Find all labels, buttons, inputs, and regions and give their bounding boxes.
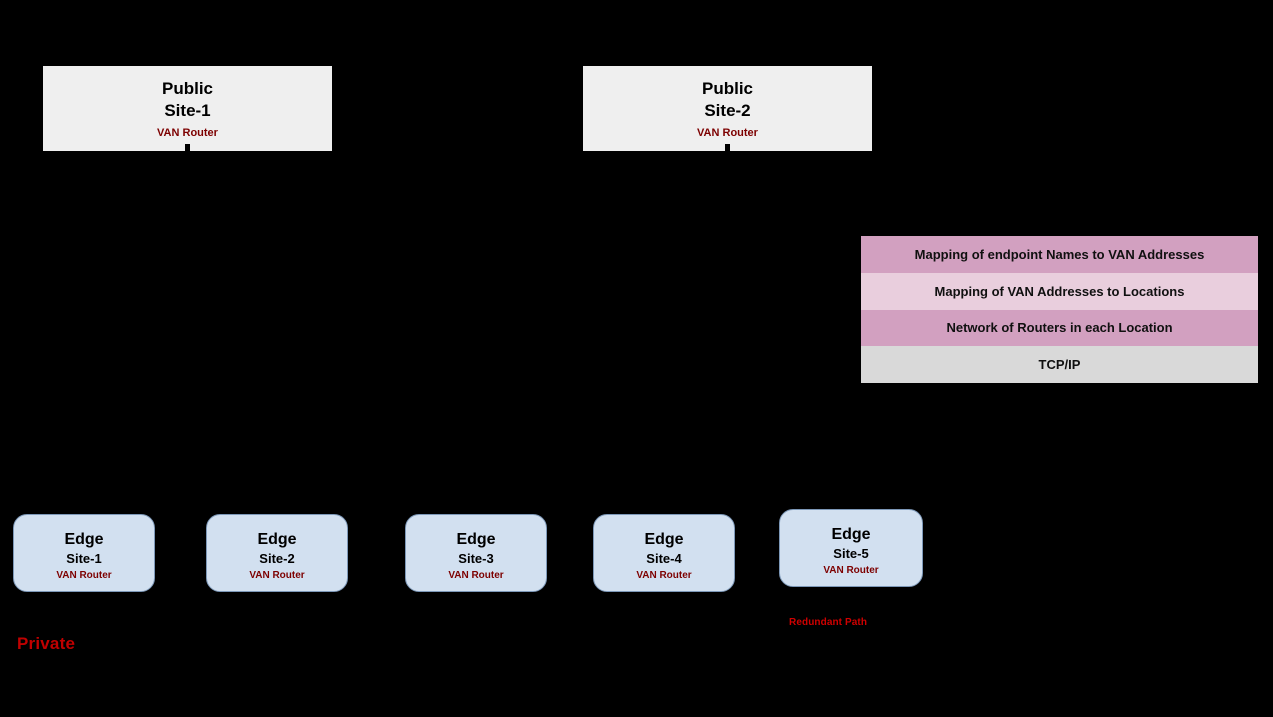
layer-row-address-mapping-label: Mapping of VAN Addresses to Locations [934, 283, 1185, 299]
layer-row-name-mapping[interactable]: Mapping of endpoint Names to VAN Address… [861, 236, 1258, 273]
redundant-path-label: Redundant Path [789, 617, 868, 628]
public-site-2-connector-stub [725, 144, 730, 152]
layer-row-tcpip[interactable]: TCP/IP [861, 346, 1258, 383]
edge-site-4-subtitle: Site-4 [646, 551, 682, 566]
layer-row-address-mapping[interactable]: Mapping of VAN Addresses to Locations [861, 272, 1258, 310]
edge-site-4-router-label: VAN Router [636, 570, 692, 581]
public-site-2-router-label: VAN Router [697, 127, 758, 139]
edge-site-2-node[interactable]: Edge Site-2 VAN Router [206, 514, 348, 592]
edge-site-1-subtitle: Site-1 [66, 551, 102, 566]
public-site-1-connector-stub [185, 144, 190, 152]
layer-row-router-network-label: Network of Routers in each Location [946, 320, 1173, 336]
edge-site-3-subtitle: Site-3 [458, 551, 494, 566]
layer-stack-panel: Mapping of endpoint Names to VAN Address… [861, 236, 1258, 383]
edge-site-3-title: Edge [456, 531, 496, 548]
edge-site-5-title: Edge [831, 526, 871, 543]
layer-row-router-network[interactable]: Network of Routers in each Location [861, 309, 1258, 347]
public-site-1-router-label: VAN Router [157, 127, 218, 139]
layer-row-name-mapping-label: Mapping of endpoint Names to VAN Address… [914, 246, 1205, 262]
edge-site-2-router-label: VAN Router [249, 570, 305, 581]
edge-site-3-node[interactable]: Edge Site-3 VAN Router [405, 514, 547, 592]
edge-site-1-node[interactable]: Edge Site-1 VAN Router [13, 514, 155, 592]
edge-site-4-title: Edge [644, 531, 684, 548]
edge-site-2-subtitle: Site-2 [259, 551, 295, 566]
public-site-1-subtitle: Site-1 [164, 101, 211, 120]
edge-site-1-title: Edge [64, 531, 104, 548]
public-site-2-subtitle: Site-2 [704, 101, 751, 120]
edge-site-2-title: Edge [257, 531, 297, 548]
public-site-1-node[interactable]: Public Site-1 VAN Router [43, 66, 332, 151]
edge-site-5-node[interactable]: Edge Site-5 VAN Router [779, 509, 923, 587]
edge-site-3-router-label: VAN Router [448, 570, 504, 581]
edge-site-5-subtitle: Site-5 [833, 546, 869, 561]
public-site-2-node[interactable]: Public Site-2 VAN Router [583, 66, 872, 151]
public-site-2-title: Public [701, 79, 753, 98]
layer-row-tcpip-label: TCP/IP [1038, 357, 1081, 373]
private-zone-label: Private [17, 634, 76, 653]
edge-site-1-router-label: VAN Router [56, 570, 112, 581]
edge-site-4-node[interactable]: Edge Site-4 VAN Router [593, 514, 735, 592]
public-site-1-title: Public [161, 79, 213, 98]
edge-site-5-router-label: VAN Router [823, 565, 879, 576]
